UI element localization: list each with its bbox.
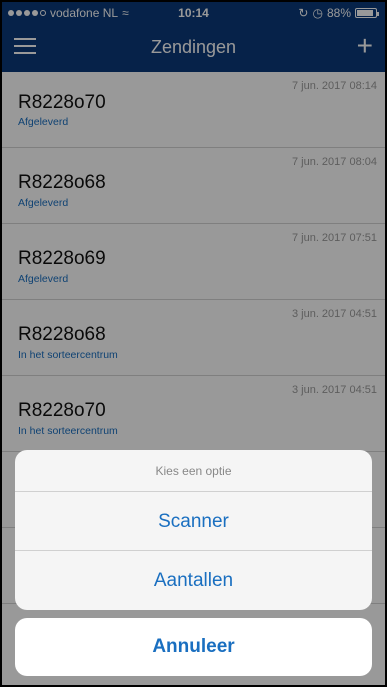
scanner-option-button[interactable]: Scanner <box>15 492 372 551</box>
action-sheet: Kies een optie Scanner Aantallen <box>15 450 372 610</box>
phone-screen: vodafone NL ≈ 10:14 ↻ ◷ 88% Zendingen + … <box>2 2 385 685</box>
cancel-button[interactable]: Annuleer <box>15 618 372 676</box>
aantallen-option-button[interactable]: Aantallen <box>15 551 372 610</box>
action-sheet-title: Kies een optie <box>15 450 372 492</box>
